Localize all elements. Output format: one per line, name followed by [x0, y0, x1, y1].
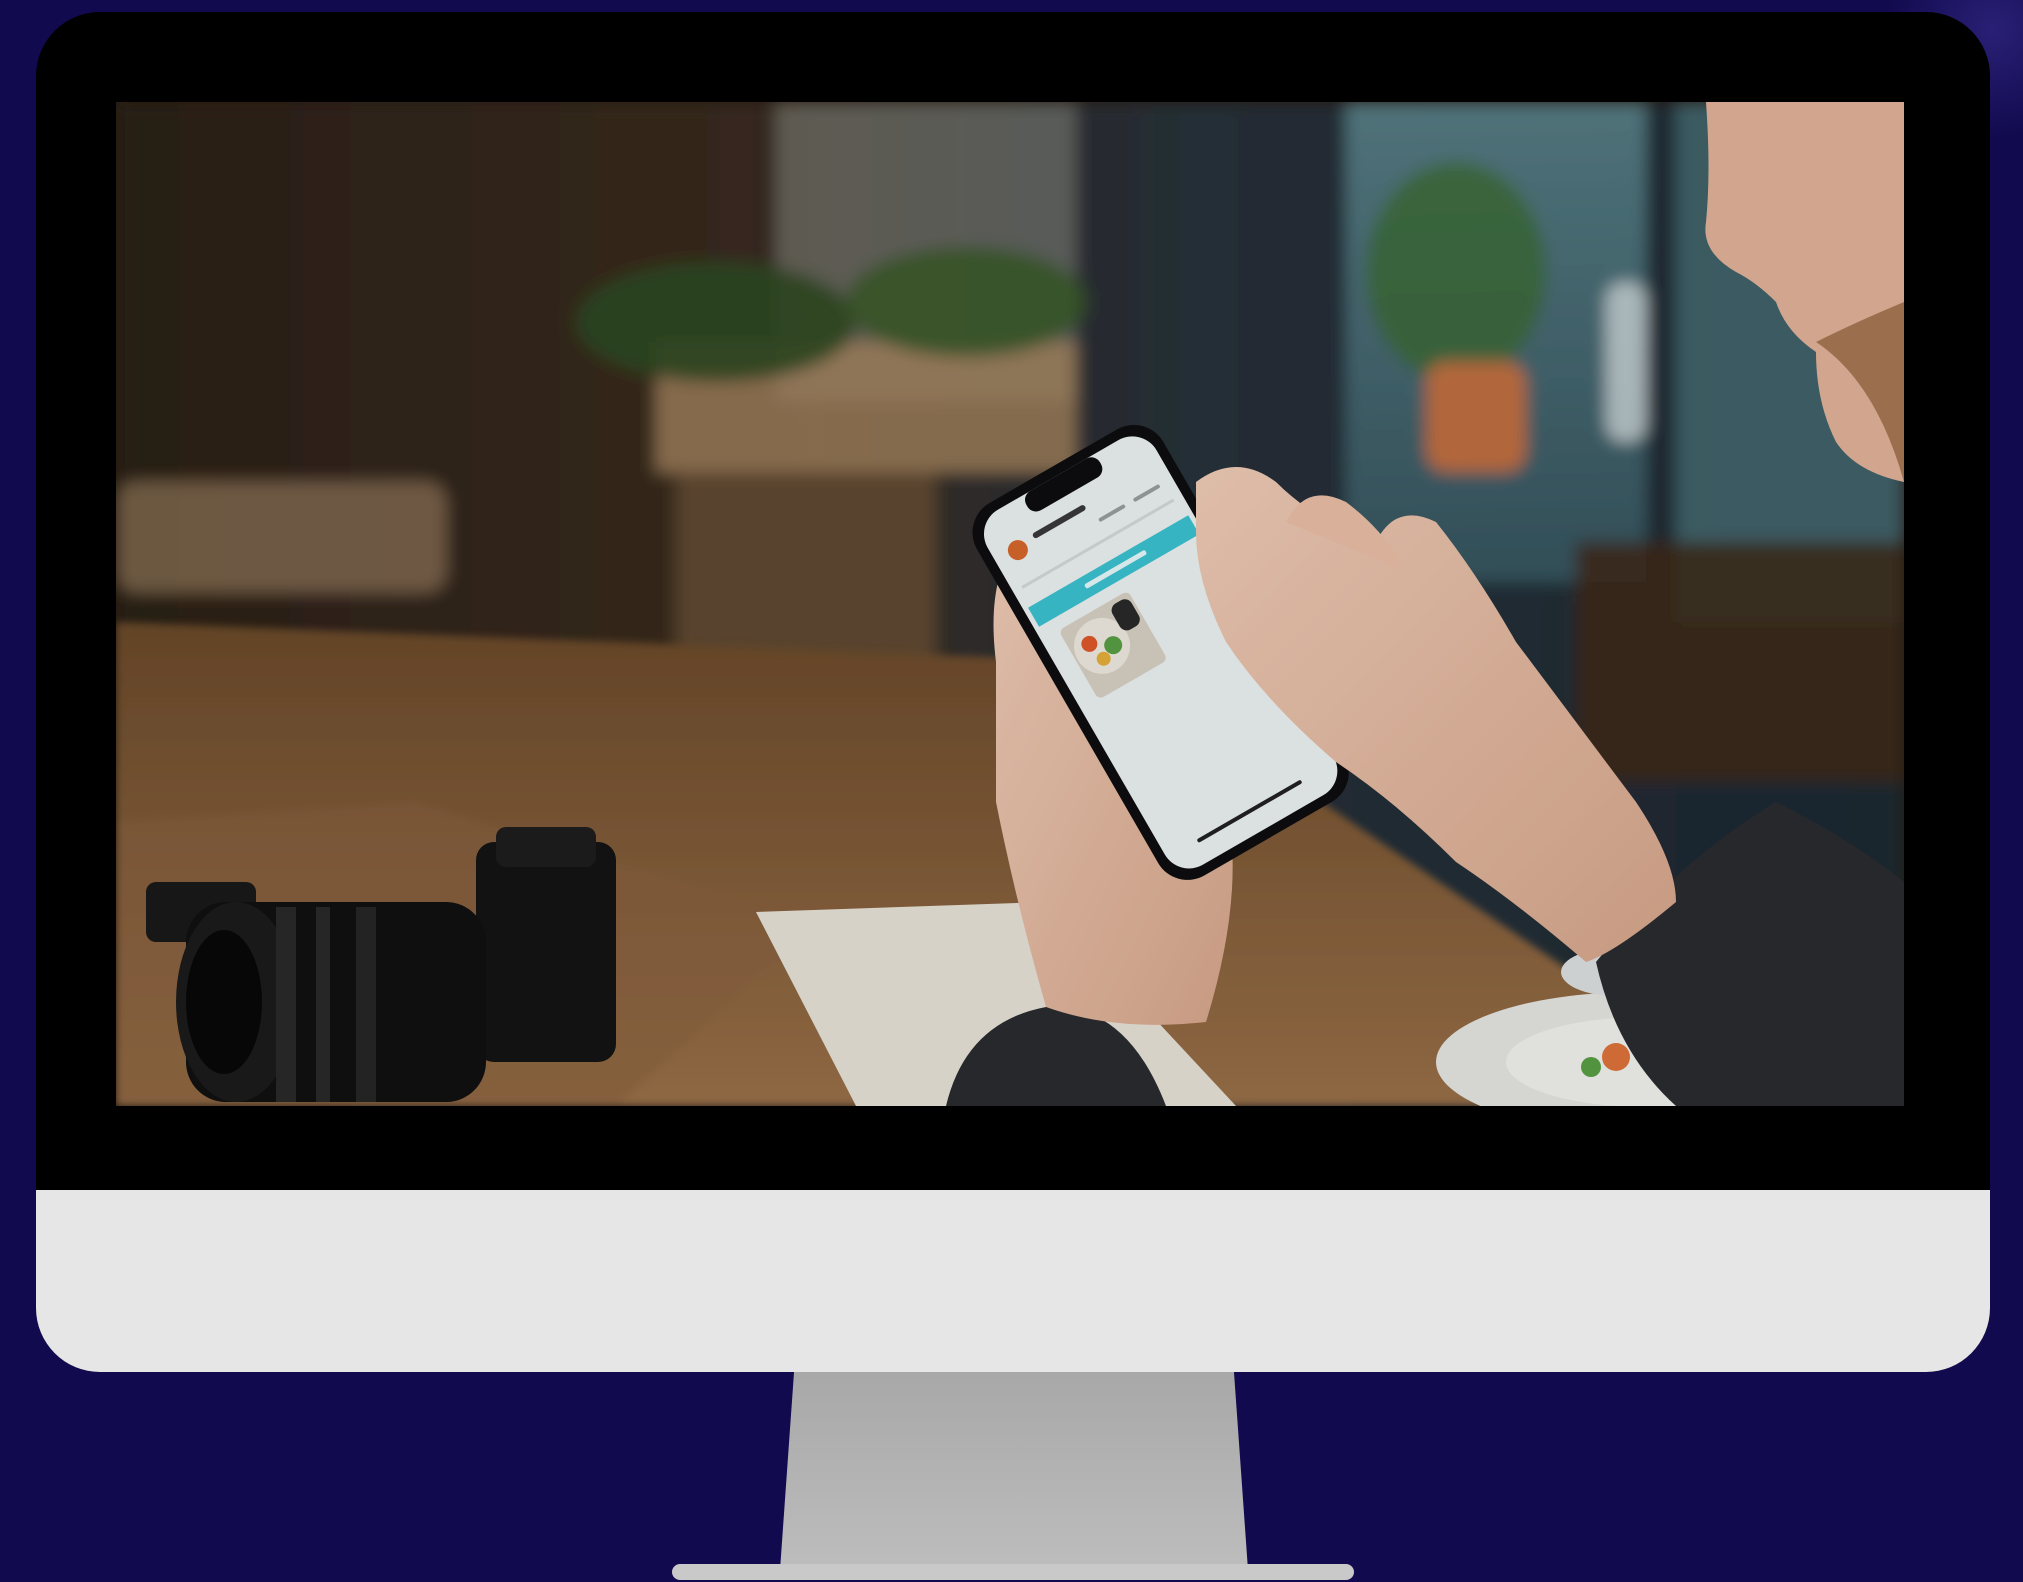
- monitor-screen: [116, 102, 1904, 1106]
- imac-monitor: [36, 12, 1990, 1372]
- photo-scene: [116, 102, 1904, 1106]
- monitor-chin: [36, 1190, 1990, 1372]
- monitor-stand: [780, 1372, 1248, 1570]
- monitor-stand-base: [672, 1564, 1354, 1580]
